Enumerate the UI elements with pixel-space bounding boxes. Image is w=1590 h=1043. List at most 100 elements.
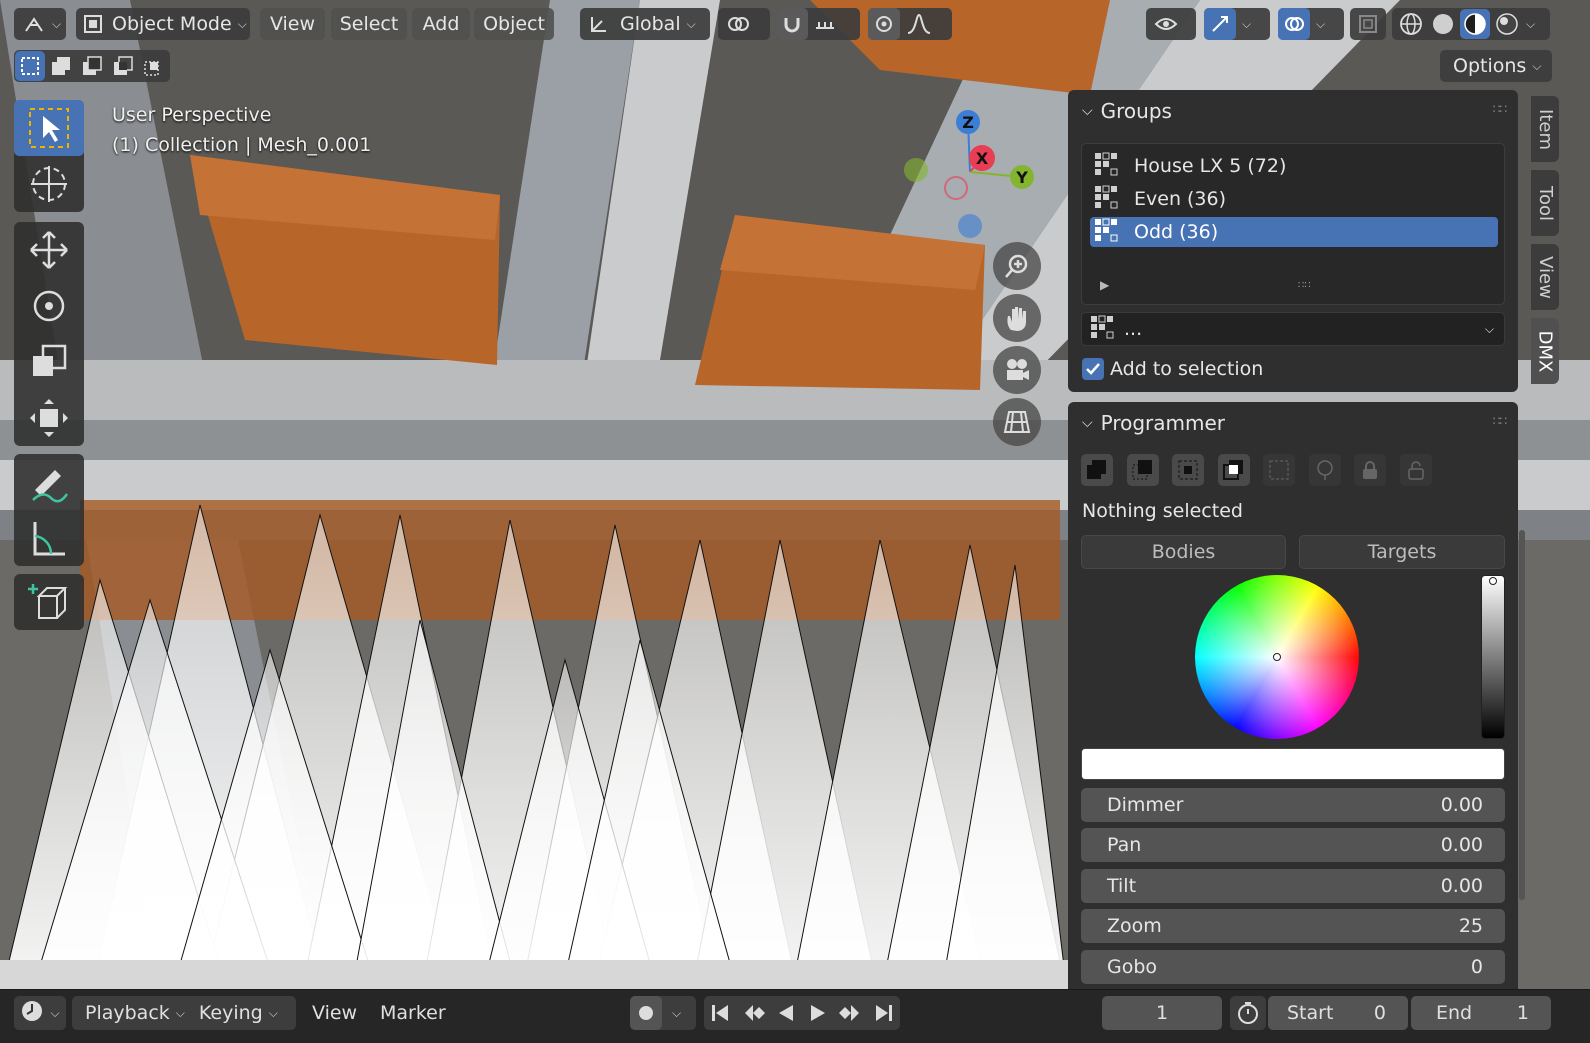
drag-handle-icon[interactable]: ∷∷ <box>1493 102 1507 116</box>
color-swatch[interactable] <box>1081 748 1505 780</box>
menu-select[interactable]: Select <box>331 8 407 40</box>
tab-view[interactable]: View <box>1531 244 1559 310</box>
end-value: 1 <box>1516 1002 1529 1024</box>
snapping-group[interactable] <box>776 8 860 40</box>
select-all-button[interactable] <box>1081 454 1113 486</box>
transform-tool[interactable] <box>14 390 84 446</box>
pan-button[interactable] <box>993 294 1041 342</box>
solid-shading-icon[interactable] <box>1430 11 1456 37</box>
programmer-panel-header[interactable]: ⌵ Programmer <box>1082 408 1225 438</box>
preview-range-button[interactable] <box>1230 996 1266 1030</box>
selection-mode-group[interactable] <box>14 50 170 82</box>
scale-tool[interactable] <box>14 334 84 390</box>
bodies-button[interactable]: Bodies <box>1081 535 1286 569</box>
gobo-field[interactable]: Gobo 0 <box>1081 950 1505 984</box>
shading-modes[interactable]: ⌵ <box>1392 8 1550 40</box>
color-wheel[interactable] <box>1195 575 1359 739</box>
drag-handle-icon[interactable]: ∷∷ <box>1493 414 1507 428</box>
tab-dmx[interactable]: DMX <box>1531 318 1559 384</box>
value-slider[interactable] <box>1481 575 1505 739</box>
menu-view[interactable]: View <box>260 8 325 40</box>
move-tool[interactable] <box>14 222 84 278</box>
list-item[interactable]: Odd (36) <box>1090 217 1498 247</box>
value-slider-handle[interactable] <box>1489 577 1497 585</box>
menu-object[interactable]: Object <box>474 8 554 40</box>
resize-handle-icon[interactable]: ∷∷ <box>1298 280 1311 291</box>
neg-x-axis-handle[interactable] <box>944 176 968 200</box>
proportional-editing-group[interactable] <box>868 8 952 40</box>
select-invert-button[interactable] <box>1127 454 1159 486</box>
color-picker-handle[interactable] <box>1273 653 1281 661</box>
jump-end-button[interactable] <box>867 1002 900 1024</box>
current-frame-field[interactable]: 1 <box>1102 996 1222 1030</box>
gizmo-toggle[interactable]: ⌵ <box>1204 8 1270 40</box>
playback-menu[interactable]: Playback <box>72 1002 170 1024</box>
camera-view-button[interactable] <box>993 346 1041 394</box>
prev-keyframe-button[interactable] <box>737 1002 770 1024</box>
wireframe-shading-icon[interactable] <box>1398 11 1424 37</box>
neg-z-axis-handle[interactable] <box>958 214 982 238</box>
end-frame-field[interactable]: End 1 <box>1411 996 1551 1030</box>
timeline-editor-type-button[interactable]: ⌵ <box>14 996 66 1030</box>
keying-menu[interactable]: Keying <box>185 1002 263 1024</box>
zoom-button[interactable] <box>993 242 1041 290</box>
pan-field[interactable]: Pan 0.00 <box>1081 828 1505 862</box>
measure-tool[interactable] <box>14 510 84 566</box>
proportional-edit-icon[interactable] <box>868 8 900 40</box>
next-keyframe-button[interactable] <box>835 1002 868 1024</box>
menu-add[interactable]: Add <box>412 8 470 40</box>
tab-tool[interactable]: Tool <box>1531 170 1559 236</box>
options-dropdown[interactable]: Options ⌵ <box>1440 50 1552 82</box>
rotate-tool[interactable] <box>14 278 84 334</box>
navigation-gizmo[interactable]: Z X Y <box>890 100 1050 250</box>
tab-item[interactable]: Item <box>1531 96 1559 162</box>
groups-panel-header[interactable]: ⌵ Groups <box>1082 96 1172 126</box>
zoom-field[interactable]: Zoom 25 <box>1081 909 1505 943</box>
targets-button[interactable]: Targets <box>1299 535 1505 569</box>
eye-icon <box>1154 14 1178 34</box>
group-actions-dropdown[interactable]: ... ⌵ <box>1081 312 1505 346</box>
record-button[interactable] <box>630 996 662 1030</box>
rendered-shading-icon[interactable] <box>1494 11 1520 37</box>
locate-button[interactable] <box>1309 454 1341 486</box>
ortho-toggle-button[interactable] <box>993 398 1041 446</box>
add-to-selection-checkbox[interactable]: Add to selection <box>1082 358 1263 380</box>
select-intersect-icon[interactable] <box>139 51 169 81</box>
jump-start-button[interactable] <box>704 1002 737 1024</box>
expand-filter-icon[interactable]: ▶ <box>1100 278 1109 292</box>
deselect-button[interactable] <box>1263 454 1295 486</box>
start-frame-field[interactable]: Start 0 <box>1268 996 1408 1030</box>
select-similar-button[interactable] <box>1218 454 1250 486</box>
list-item[interactable]: House LX 5 (72) <box>1090 151 1498 181</box>
add-cube-tool[interactable] <box>14 574 84 630</box>
unlock-button[interactable] <box>1400 454 1432 486</box>
select-none-button[interactable] <box>1172 454 1204 486</box>
cursor-tool[interactable] <box>14 156 84 212</box>
play-button[interactable] <box>802 1002 835 1024</box>
select-new-icon[interactable] <box>15 51 45 81</box>
sidebar-scrollbar[interactable] <box>1519 530 1525 900</box>
transform-orientation-selector[interactable]: Global ⌵ <box>580 8 710 40</box>
tilt-field[interactable]: Tilt 0.00 <box>1081 869 1505 903</box>
list-item[interactable]: Even (36) <box>1090 184 1498 214</box>
timeline-marker-menu[interactable]: Marker <box>380 996 446 1030</box>
select-subtract-icon[interactable] <box>77 51 107 81</box>
material-shading-icon[interactable] <box>1460 9 1490 39</box>
overlays-toggle[interactable]: ⌵ <box>1278 8 1344 40</box>
dimmer-field[interactable]: Dimmer 0.00 <box>1081 788 1505 822</box>
lock-button[interactable] <box>1354 454 1386 486</box>
annotate-tool[interactable] <box>14 454 84 510</box>
editor-type-button[interactable]: ⌵ <box>14 8 66 40</box>
mode-selector[interactable]: Object Mode ⌵ <box>76 8 250 40</box>
timeline-view-menu[interactable]: View <box>312 996 357 1030</box>
select-box-tool[interactable] <box>14 100 84 156</box>
pivot-point-button[interactable] <box>718 8 770 40</box>
neg-y-axis-handle[interactable] <box>904 158 928 182</box>
magnet-icon[interactable] <box>776 8 808 40</box>
play-reverse-button[interactable] <box>769 1002 802 1024</box>
chevron-down-icon[interactable]: ⌵ <box>672 1006 681 1021</box>
visibility-button[interactable] <box>1146 8 1196 40</box>
select-difference-icon[interactable] <box>108 51 138 81</box>
xray-toggle[interactable] <box>1350 8 1386 40</box>
select-extend-icon[interactable] <box>46 51 76 81</box>
